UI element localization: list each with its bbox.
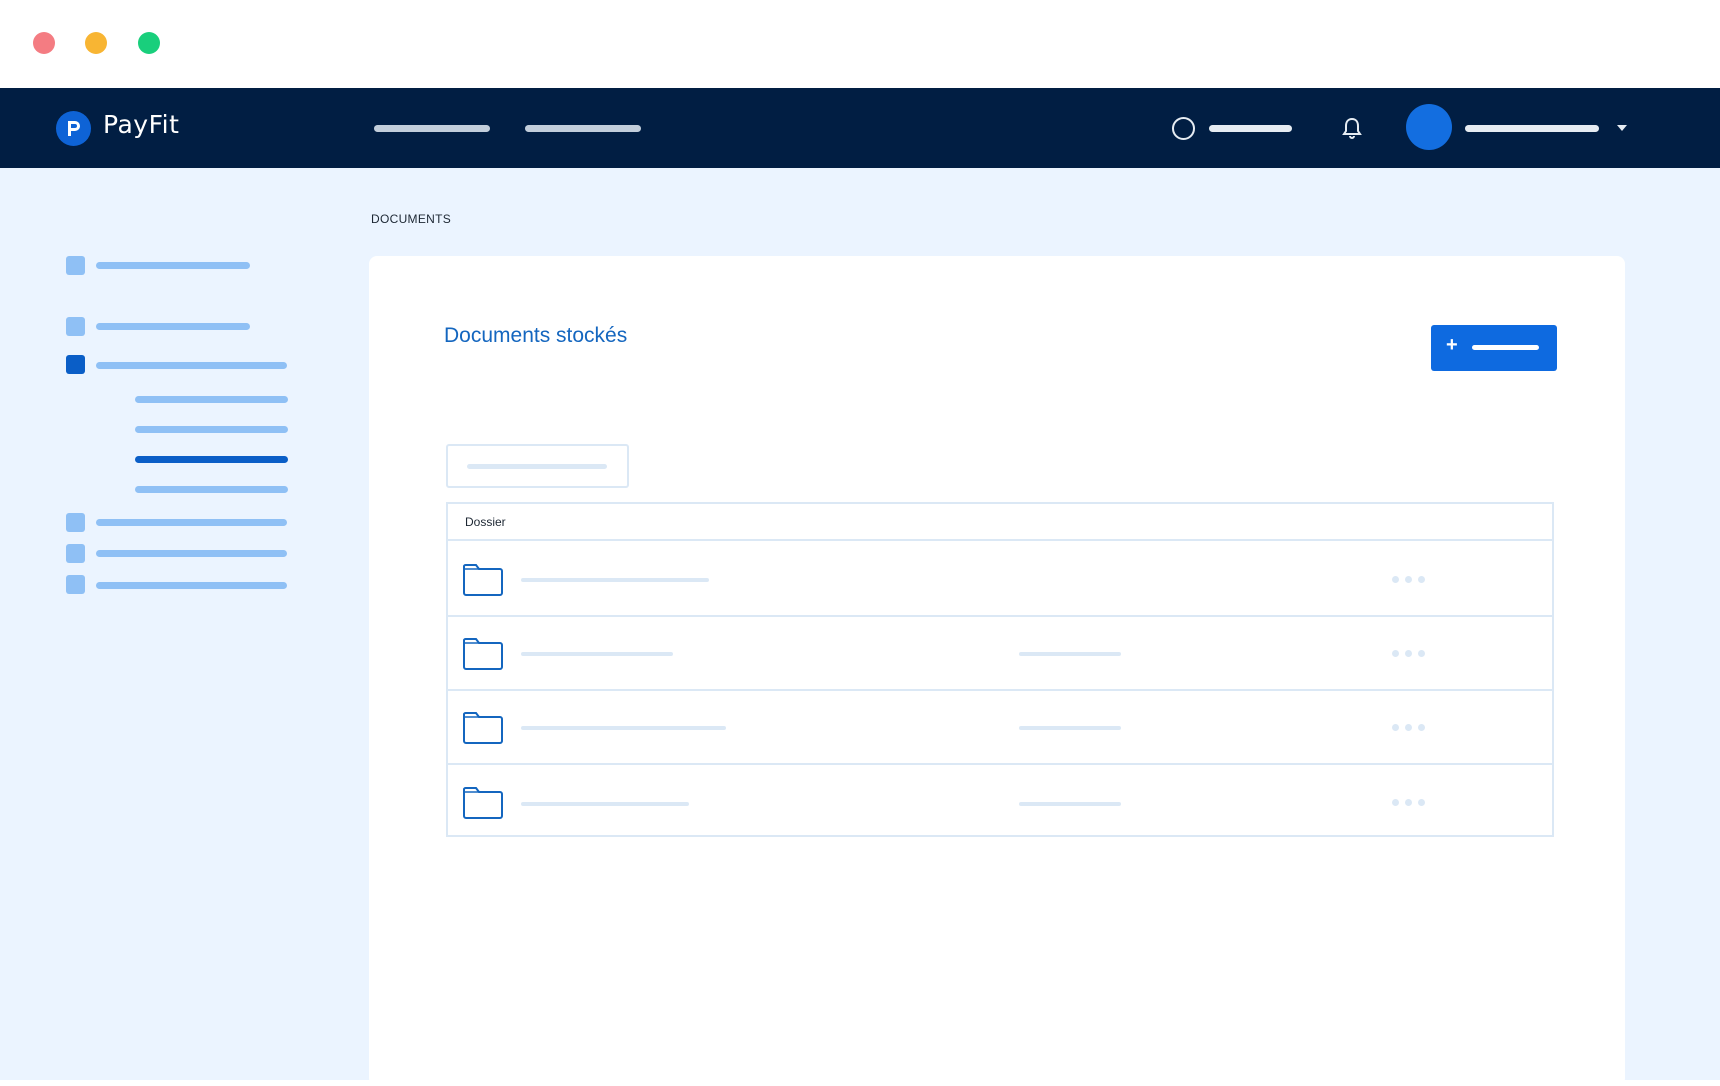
row-name[interactable] [521,726,726,730]
folder-icon [463,637,503,670]
sidebar-item-5[interactable] [96,550,287,557]
table-row[interactable] [448,765,1552,837]
more-dots-icon[interactable] [1392,724,1425,731]
sidebar-item-1-icon [66,256,85,275]
row-date [1019,652,1121,656]
sidebar-subitem-2[interactable] [135,426,288,433]
folder-icon [463,786,503,819]
sidebar-subitem-4[interactable] [135,486,288,493]
bell-icon[interactable] [1342,117,1362,139]
row-name[interactable] [521,802,689,806]
documents-table: Dossier [446,502,1554,837]
column-header-dossier[interactable]: Dossier [465,515,506,529]
folder-icon [463,711,503,744]
folder-icon [463,563,503,596]
sidebar-item-5-icon [66,544,85,563]
filter-placeholder [467,464,607,469]
nav-link-1[interactable] [374,125,490,132]
caret-down-icon[interactable] [1616,124,1628,132]
sidebar-item-4-icon [66,513,85,532]
maximize-window-button[interactable] [138,32,160,54]
row-date [1019,726,1121,730]
user-avatar[interactable] [1406,104,1452,150]
more-dots-icon[interactable] [1392,799,1425,806]
table-row[interactable] [448,617,1552,691]
minimize-window-button[interactable] [85,32,107,54]
sidebar-item-1[interactable] [96,262,250,269]
more-dots-icon[interactable] [1392,576,1425,583]
filter-input[interactable] [446,444,629,488]
breadcrumb: DOCUMENTS [371,212,452,226]
sidebar-item-6[interactable] [96,582,287,589]
table-row[interactable] [448,691,1552,765]
sidebar-item-3[interactable] [96,362,287,369]
sidebar-subitem-1[interactable] [135,396,288,403]
page-title: Documents stockés [444,324,628,347]
search-circle-icon[interactable] [1172,117,1195,140]
sidebar-item-2-icon [66,317,85,336]
table-header: Dossier [448,504,1552,541]
row-name[interactable] [521,578,709,582]
search-label[interactable] [1209,125,1292,132]
payfit-logo-icon[interactable] [56,111,91,146]
add-button-label [1472,345,1539,350]
table-row[interactable] [448,541,1552,617]
close-window-button[interactable] [33,32,55,54]
nav-link-2[interactable] [525,125,641,132]
top-navigation-bar: PayFit [0,88,1720,168]
sidebar-item-2[interactable] [96,323,250,330]
row-name[interactable] [521,652,673,656]
brand-name[interactable]: PayFit [103,110,179,139]
plus-icon: + [1446,334,1458,356]
sidebar-item-3-icon [66,355,85,374]
sidebar-subitem-3-active[interactable] [135,456,288,463]
sidebar-item-4[interactable] [96,519,287,526]
row-date [1019,802,1121,806]
more-dots-icon[interactable] [1392,650,1425,657]
sidebar-item-6-icon [66,575,85,594]
user-name[interactable] [1465,125,1599,132]
window-titlebar [0,0,1720,88]
add-document-button[interactable]: + [1431,325,1557,371]
